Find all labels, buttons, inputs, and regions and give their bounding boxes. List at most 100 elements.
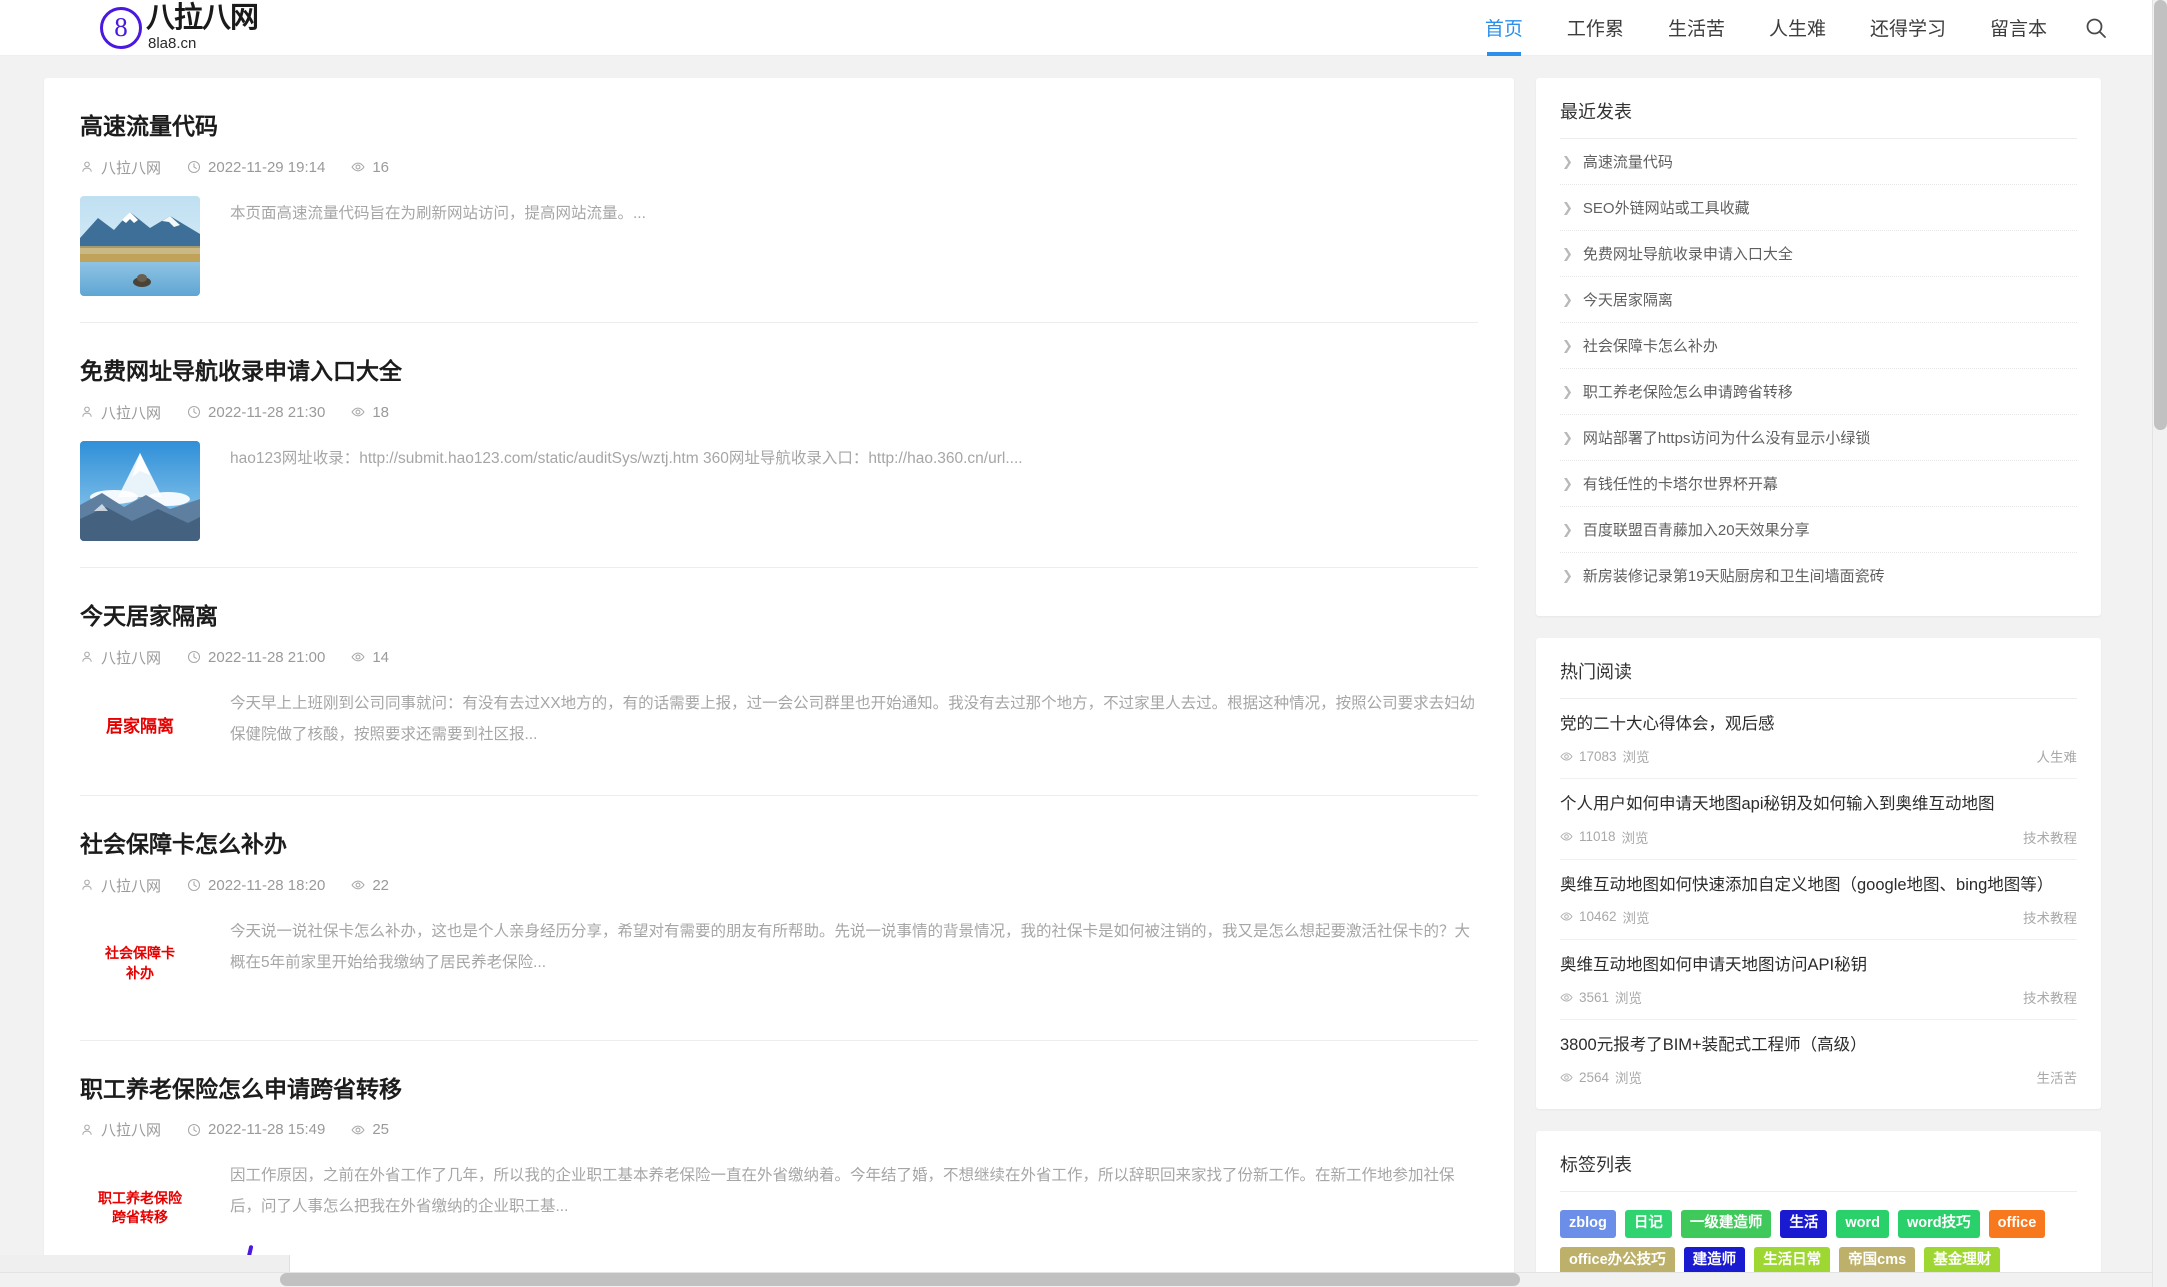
nav-item-home[interactable]: 首页 <box>1463 0 1545 56</box>
tag-item[interactable]: 一级建造师 <box>1680 1210 1772 1239</box>
search-icon[interactable] <box>2069 0 2123 56</box>
recent-post-item[interactable]: ❯ 百度联盟百青藤加入20天效果分享 <box>1560 507 2077 553</box>
recent-post-label: SEO外链网站或工具收藏 <box>1582 200 1750 217</box>
recent-post-item[interactable]: ❯ 新房装修记录第19天贴厨房和卫生间墙面瓷砖 <box>1560 553 2077 598</box>
tag-item[interactable]: office办公技巧 <box>1560 1247 1675 1276</box>
recent-post-item[interactable]: ❯ 今天居家隔离 <box>1560 277 2077 323</box>
tag-item[interactable]: 建造师 <box>1683 1247 1746 1276</box>
article-thumbnail-text-banner[interactable]: 居家隔离 <box>80 685 200 769</box>
main-navigation: 首页 工作累 生活苦 人生难 还得学习 留言本 <box>1463 0 2123 56</box>
site-header: 8 八拉八网 8la8.cn 首页 工作累 生活苦 人生难 还得学习 留言本 <box>0 0 2167 56</box>
user-icon <box>82 651 92 662</box>
article-item[interactable]: 今天居家隔离 八拉八网 2022-11-28 21:00 14 居家隔离 今天早… <box>80 568 1478 796</box>
tag-item[interactable]: word技巧 <box>1898 1210 1980 1239</box>
recent-post-label: 百度联盟百青藤加入20天效果分享 <box>1582 522 1810 539</box>
logo-subtitle: 8la8.cn <box>148 35 197 52</box>
article-item[interactable]: 职工养老保险怎么申请跨省转移 八拉八网 2022-11-28 15:49 25 <box>80 1041 1478 1286</box>
hot-post-category[interactable]: 技术教程 <box>2023 907 2077 927</box>
date-group: 2022-11-28 21:30 <box>187 404 325 421</box>
hot-post-title: 个人用户如何申请天地图api秘钥及如何输入到奥维互动地图 <box>1560 795 1995 814</box>
thumbnail-text-line: 职工养老保险 <box>98 1189 182 1206</box>
recent-post-item[interactable]: ❯ 免费网址导航收录申请入口大全 <box>1560 231 2077 277</box>
hot-post-title: 奥维互动地图如何快速添加自定义地图（google地图、bing地图等） <box>1560 875 2054 894</box>
article-item[interactable]: 高速流量代码 八拉八网 2022-11-29 19:14 16 本页面高速流量代… <box>80 78 1478 323</box>
publish-date: 2022-11-28 21:00 <box>208 648 326 666</box>
vertical-scrollbar[interactable] <box>2152 0 2167 1287</box>
recent-post-item[interactable]: ❯ 有钱任性的卡塔尔世界杯开幕 <box>1560 461 2077 507</box>
tag-item[interactable]: office <box>1988 1210 2046 1239</box>
article-title[interactable]: 高速流量代码 <box>80 112 1478 142</box>
hot-post-category[interactable]: 生活苦 <box>2037 1067 2078 1087</box>
article-body: 本页面高速流量代码旨在为刷新网站访问，提高网站流量。... <box>80 195 1478 296</box>
hot-post-meta: 10462 浏览 技术教程 <box>1560 907 2077 927</box>
article-meta: 八拉八网 2022-11-28 18:20 22 <box>80 875 1478 896</box>
date-group: 2022-11-28 15:49 <box>187 1121 325 1138</box>
article-thumbnail-text-banner[interactable]: 社会保障卡 补办 <box>80 913 200 1014</box>
article-title[interactable]: 职工养老保险怎么申请跨省转移 <box>80 1075 1478 1105</box>
article-title[interactable]: 社会保障卡怎么补办 <box>80 830 1478 860</box>
nav-item-study[interactable]: 还得学习 <box>1848 0 1968 56</box>
hot-post-item[interactable]: 个人用户如何申请天地图api秘钥及如何输入到奥维互动地图 11018 浏览 技术… <box>1560 779 2077 860</box>
nav-item-lifehard[interactable]: 人生难 <box>1747 0 1848 56</box>
horizontal-scrollbar[interactable] <box>0 1272 2167 1287</box>
tag-item[interactable]: zblog <box>1560 1210 1616 1239</box>
recent-post-item[interactable]: ❯ 高速流量代码 <box>1560 139 2077 185</box>
chevron-right-icon: ❯ <box>1562 338 1573 353</box>
nav-item-work[interactable]: 工作累 <box>1545 0 1646 56</box>
nav-item-life[interactable]: 生活苦 <box>1646 0 1747 56</box>
hot-view-count: 11018 <box>1579 829 1616 845</box>
recent-post-item[interactable]: ❯ SEO外链网站或工具收藏 <box>1560 185 2077 231</box>
eye-icon <box>1560 992 1573 1002</box>
recent-post-item[interactable]: ❯ 社会保障卡怎么补办 <box>1560 323 2077 369</box>
article-item[interactable]: 社会保障卡怎么补办 八拉八网 2022-11-28 18:20 22 社会保障卡… <box>80 796 1478 1041</box>
widget-recent-posts: 最近发表 ❯ 高速流量代码 ❯ SEO外链网站或工具收藏 ❯ 免费网址导航收录申请入口… <box>1536 78 2101 616</box>
hot-post-item[interactable]: 党的二十大心得体会，观后感 17083 浏览 人生难 <box>1560 699 2078 780</box>
author-group: 八拉八网 <box>80 875 161 896</box>
views-group: 25 <box>351 1121 389 1138</box>
recent-post-item[interactable]: ❯ 职工养老保险怎么申请跨省转移 <box>1560 369 2077 415</box>
recent-post-label: 今天居家隔离 <box>1582 292 1673 309</box>
tag-item[interactable]: word <box>1836 1210 1889 1239</box>
views-group: 16 <box>351 159 389 176</box>
hot-view-count: 2564 <box>1579 1069 1610 1085</box>
vertical-scrollbar-thumb[interactable] <box>2154 0 2167 430</box>
author-name: 八拉八网 <box>101 404 162 422</box>
tag-item[interactable]: 帝国cms <box>1839 1247 1916 1276</box>
thumbnail-text: 居家隔离 <box>80 685 200 769</box>
tag-item[interactable]: 日记 <box>1624 1210 1672 1239</box>
author-group: 八拉八网 <box>80 402 161 423</box>
thumbnail-text-line: 补办 <box>126 964 154 981</box>
tag-item[interactable]: 生活日常 <box>1754 1247 1831 1276</box>
thumbnail-text: 职工养老保险 跨省转移 <box>80 1158 200 1259</box>
article-item[interactable]: 免费网址导航收录申请入口大全 八拉八网 2022-11-28 21:30 18 <box>80 323 1478 568</box>
eye-icon <box>1560 752 1573 761</box>
clock-icon <box>187 879 201 892</box>
horizontal-scrollbar-thumb[interactable] <box>280 1273 1520 1286</box>
hot-post-item[interactable]: 奥维互动地图如何申请天地图访问API秘钥 3561 浏览 技术教程 <box>1560 940 2077 1021</box>
hot-post-title: 3800元报考了BIM+装配式工程师（高级） <box>1560 1036 1867 1055</box>
logo-text: 八拉八网 8la8.cn <box>146 4 259 52</box>
user-icon <box>82 1124 92 1135</box>
user-icon <box>82 406 92 418</box>
article-thumbnail-peak-photo[interactable] <box>80 440 200 541</box>
tag-item[interactable]: 基金理财 <box>1924 1247 2001 1276</box>
hot-post-category[interactable]: 技术教程 <box>2023 827 2077 847</box>
chevron-right-icon: ❯ <box>1562 430 1573 445</box>
recent-post-item[interactable]: ❯ 网站部署了https访问为什么没有显示小绿锁 <box>1560 415 2077 461</box>
hot-post-category[interactable]: 技术教程 <box>2023 987 2077 1007</box>
thumbnail-text-line: 居家隔离 <box>106 717 174 737</box>
hot-views-suffix: 浏览 <box>1615 1071 1643 1087</box>
hot-post-item[interactable]: 奥维互动地图如何快速添加自定义地图（google地图、bing地图等） 1046… <box>1560 860 2077 940</box>
hot-post-item[interactable]: 3800元报考了BIM+装配式工程师（高级） 2564 浏览 生活苦 <box>1560 1020 2077 1091</box>
tag-item[interactable]: 生活 <box>1780 1210 1828 1239</box>
sidebar-column: 最近发表 ❯ 高速流量代码 ❯ SEO外链网站或工具收藏 ❯ 免费网址导航收录申请入口… <box>1536 78 2101 1287</box>
article-thumbnail-text-banner[interactable]: 职工养老保险 跨省转移 <box>80 1158 200 1259</box>
site-logo[interactable]: 8 八拉八网 8la8.cn <box>100 4 259 52</box>
hot-post-category[interactable]: 人生难 <box>2037 746 2078 766</box>
article-title[interactable]: 今天居家隔离 <box>80 602 1478 632</box>
article-thumbnail-lake-photo[interactable] <box>80 195 200 296</box>
nav-item-guestbook[interactable]: 留言本 <box>1968 0 2069 56</box>
recent-post-label: 免费网址导航收录申请入口大全 <box>1582 246 1793 263</box>
article-title[interactable]: 免费网址导航收录申请入口大全 <box>80 357 1478 387</box>
chevron-right-icon: ❯ <box>1562 522 1573 537</box>
